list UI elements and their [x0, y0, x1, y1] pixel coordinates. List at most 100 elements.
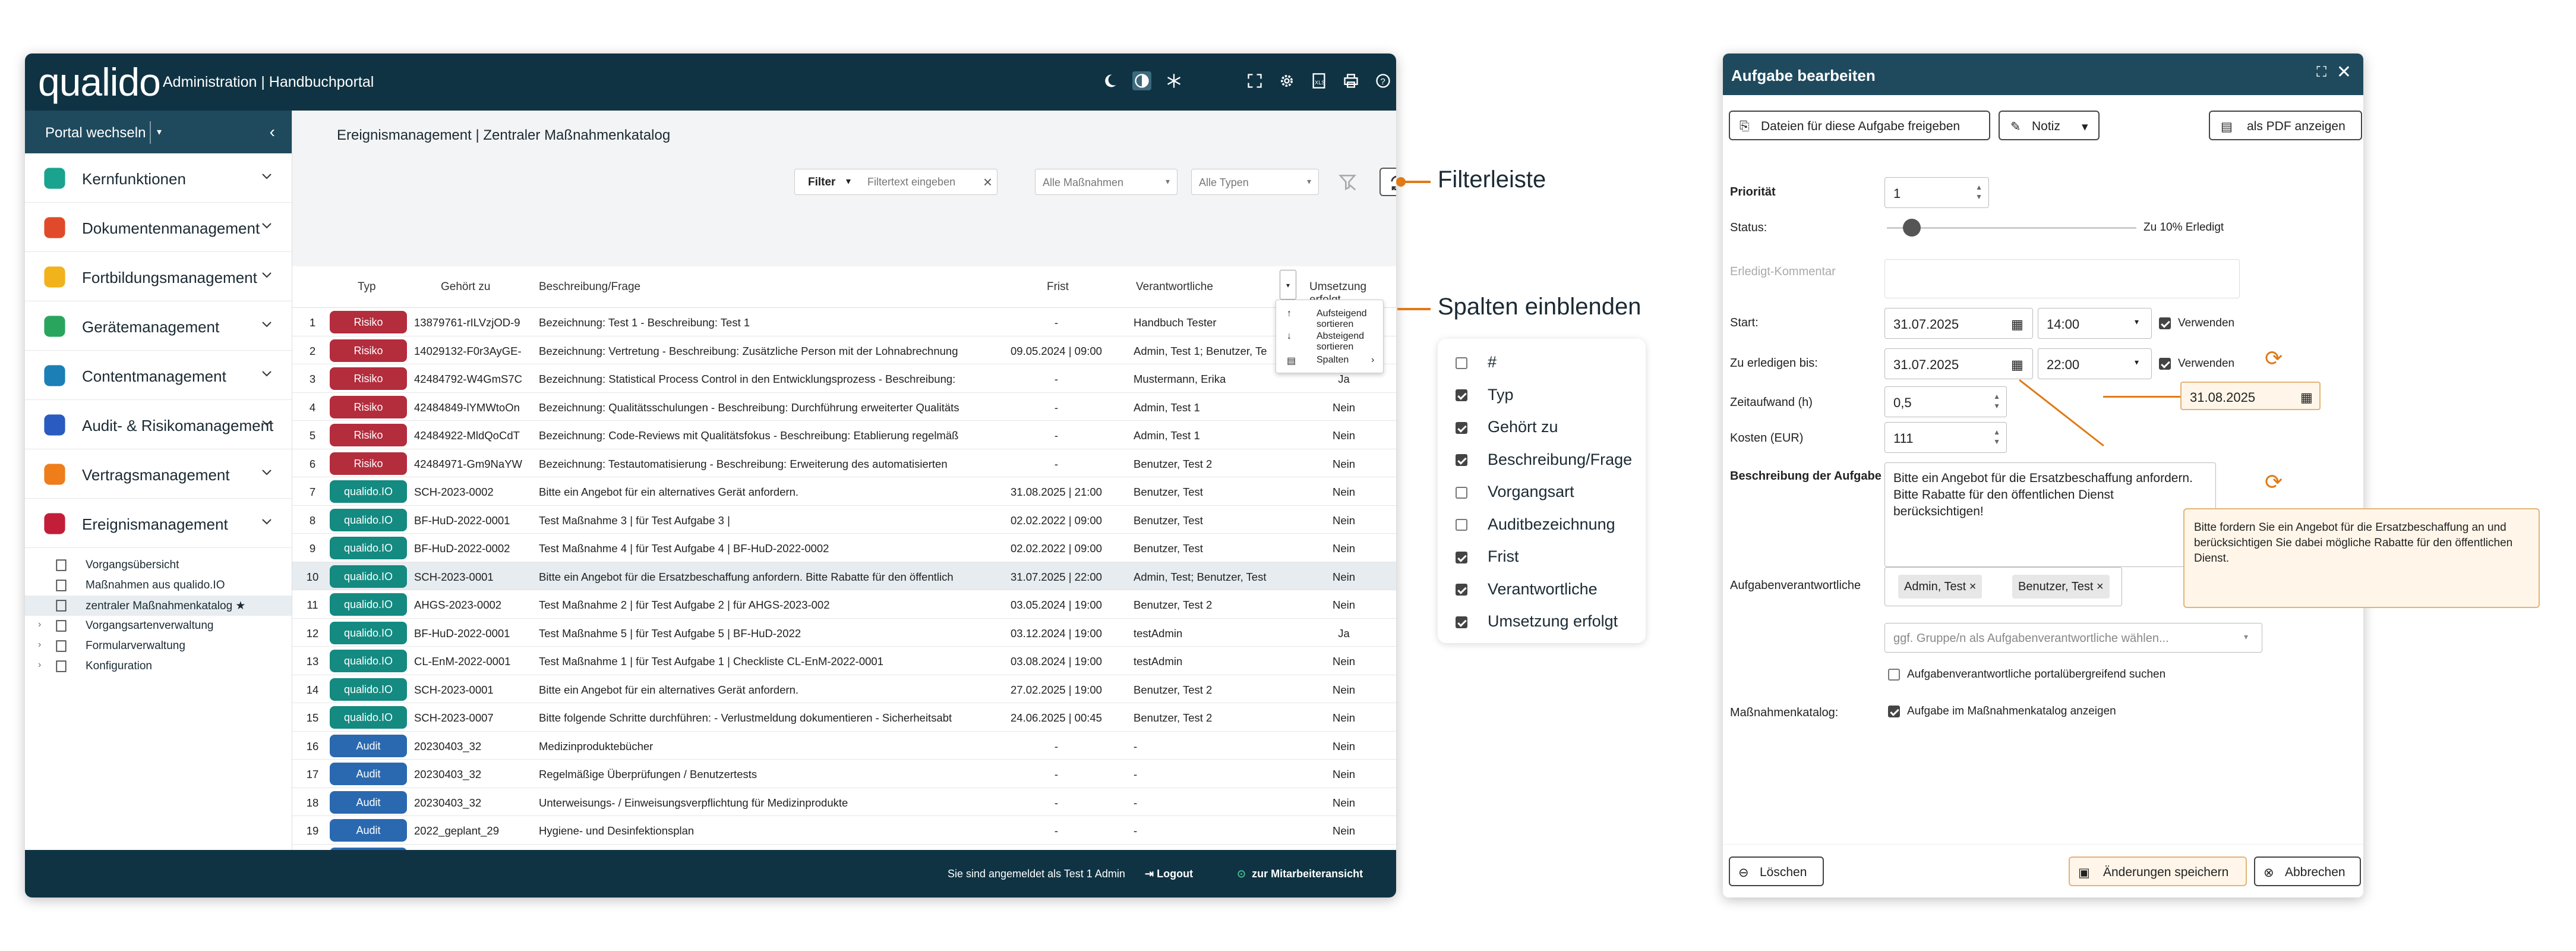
sidebar-module[interactable]: Vertragsmanagement [25, 449, 292, 499]
table-row[interactable]: 17 Audit 20230403_32 Regelmäßige Überprüfun… [292, 760, 1396, 788]
checkbox[interactable] [1456, 519, 1467, 531]
table-row[interactable]: 9 qualido.IO BF-HuD-2022-0002 Test Maßnahme… [292, 534, 1396, 562]
share-files-button[interactable]: ⎘ Dateien für diese Aufgabe freigeben [1729, 111, 1990, 140]
sidebar-module[interactable]: Kernfunktionen [25, 153, 292, 203]
note-button[interactable]: ✎ Notiz ▾ [1999, 111, 2100, 140]
done-comment-field[interactable] [1884, 259, 2240, 298]
sidebar-subitem[interactable]: Vorgangsübersicht [25, 555, 292, 575]
cancel-button[interactable]: ⊗ Abbrechen [2254, 856, 2361, 886]
start-time-field[interactable]: 14:00 ▾ [2038, 308, 2152, 339]
responsible-field[interactable]: Admin, Test × Benutzer, Test × [1884, 567, 2122, 606]
checkbox[interactable] [1456, 421, 1467, 434]
table-row[interactable]: 12 qualido.IO BF-HuD-2022-0001 Test Maßnahm… [292, 618, 1396, 647]
checkbox[interactable] [1888, 705, 1900, 717]
chevron-right-icon[interactable]: › [38, 619, 41, 630]
remove-icon[interactable]: × [2097, 580, 2104, 593]
sync-icon[interactable]: ⟳ [2265, 346, 2283, 371]
print-icon[interactable] [1341, 71, 1360, 90]
calendar-icon[interactable]: ▦ [2300, 390, 2313, 405]
due-date-new-field[interactable]: 31.08.2025 ▦ [2180, 382, 2321, 410]
checkbox[interactable] [1888, 668, 1900, 681]
xlsx-icon[interactable]: XLS [1309, 71, 1328, 90]
logout-link[interactable]: ⇥ Logout [1145, 868, 1193, 880]
priority-field[interactable]: 1 ▲ ▼ [1884, 177, 1989, 208]
chevron-down-icon[interactable]: ▾ [157, 126, 162, 138]
column-toggle[interactable]: Gehört zu [1456, 418, 1558, 438]
sidebar-module[interactable]: Audit- & Risikomanagement [25, 400, 292, 449]
column-toggle[interactable]: Frist [1456, 547, 1519, 568]
cross-portal-checkbox[interactable]: Aufgabenverantwortliche portalübergreife… [1888, 668, 2165, 681]
refresh-button[interactable] [1379, 168, 1396, 196]
due-date-field[interactable]: 31.07.2025 ▦ [1884, 348, 2033, 379]
chevron-down-icon[interactable]: ▾ [846, 175, 851, 187]
checkbox[interactable] [1456, 584, 1467, 596]
column-toggle[interactable]: Auditbezeichnung [1456, 515, 1615, 536]
contrast-icon[interactable] [1132, 71, 1151, 90]
maximize-icon[interactable]: ⛶ [2316, 64, 2326, 81]
checkbox[interactable] [1456, 486, 1467, 499]
table-row[interactable]: 16 Audit 20230403_32 Medizinproduktebücher -… [292, 731, 1396, 760]
start-use-checkbox[interactable]: Verwenden [2159, 317, 2234, 330]
checkbox[interactable] [1456, 389, 1467, 402]
catalog-checkbox[interactable]: Aufgabe im Maßnahmenkatalog anzeigen [1888, 705, 2116, 718]
effort-field[interactable]: 0,5 ▲ ▼ [1884, 386, 2007, 417]
chevron-right-icon[interactable]: › [38, 660, 41, 670]
snowflake-icon[interactable] [1164, 71, 1183, 90]
description-field[interactable]: Bitte ein Angebot für die Ersatzbeschaff… [1884, 462, 2216, 567]
table-row[interactable]: 8 qualido.IO BF-HuD-2022-0001 Test Maßnahme… [292, 505, 1396, 534]
checkbox[interactable] [2159, 317, 2171, 329]
collapse-icon[interactable]: ‹ [270, 122, 275, 141]
sidebar-subitem[interactable]: › Konfiguration [25, 656, 292, 676]
checkbox[interactable] [1456, 357, 1467, 369]
sort-descending-item[interactable]: Absteigend sortieren [1317, 331, 1383, 352]
columns-item[interactable]: Spalten [1317, 355, 1349, 366]
sidebar-subitem[interactable]: zentraler Maßnahmenkatalog ★ [25, 596, 292, 616]
types-select[interactable]: Alle Typen ▾ [1191, 169, 1319, 195]
table-row[interactable]: 4 Risiko 42484849-lYMWtoOn Bezeichnung: Qua… [292, 392, 1396, 421]
table-row[interactable]: 15 qualido.IO SCH-2023-0007 Bitte folgende … [292, 703, 1396, 732]
sidebar-subitem[interactable]: › Formularverwaltung [25, 636, 292, 656]
column-toggle[interactable]: # [1456, 353, 1497, 373]
column-toggle[interactable]: Umsetzung erfolgt [1456, 612, 1618, 632]
col-type[interactable]: Typ [358, 281, 376, 294]
chevron-right-icon[interactable]: › [38, 640, 41, 650]
sidebar-subitem[interactable]: Maßnahmen aus qualido.IO [25, 575, 292, 596]
col-belongs[interactable]: Gehört zu [441, 281, 490, 294]
due-time-field[interactable]: 22:00 ▾ [2038, 348, 2152, 379]
cost-field[interactable]: 111 ▲ ▼ [1884, 422, 2007, 453]
sidebar-module[interactable]: Ereignismanagement [25, 499, 292, 548]
column-toggle[interactable]: Vorgangsart [1456, 483, 1574, 503]
column-toggle[interactable]: Verantwortliche [1456, 580, 1598, 600]
table-row[interactable]: 5 Risiko 42484922-MldQoCdT Bezeichnung: Cod… [292, 421, 1396, 449]
moon-icon[interactable] [1100, 71, 1119, 90]
sync-icon[interactable]: ⟳ [2265, 470, 2283, 495]
close-icon[interactable]: ✕ [2337, 62, 2351, 83]
column-toggle[interactable]: Beschreibung/Frage [1456, 451, 1632, 471]
due-use-checkbox[interactable]: Verwenden [2159, 357, 2234, 370]
column-toggle[interactable]: Typ [1456, 386, 1514, 406]
measures-select[interactable]: Alle Maßnahmen ▾ [1035, 169, 1177, 195]
employee-view-link[interactable]: ⊙ zur Mitarbeiteransicht [1237, 868, 1363, 880]
filter-bar[interactable]: Filter ▾ Filtertext eingeben × [794, 169, 997, 195]
remove-icon[interactable]: × [1969, 580, 1977, 593]
table-row[interactable]: 11 qualido.IO AHGS-2023-0002 Test Maßnahme … [292, 590, 1396, 619]
table-row[interactable]: 14 qualido.IO SCH-2023-0001 Bitte ein Angeb… [292, 675, 1396, 703]
clear-icon[interactable]: × [983, 173, 992, 191]
checkbox[interactable] [1456, 616, 1467, 628]
column-menu-button[interactable]: ▾ [1280, 270, 1296, 300]
help-icon[interactable]: ? [1374, 71, 1393, 90]
col-responsible[interactable]: Verantwortliche [1136, 281, 1213, 294]
table-row[interactable]: 6 Risiko 42484971-Gm9NaYW Bezeichnung: Test… [292, 449, 1396, 477]
table-row[interactable]: 18 Audit 20230403_32 Unterweisungs- / Einwe… [292, 788, 1396, 816]
sidebar-subitem[interactable]: › Vorgangsartenverwaltung [25, 616, 292, 636]
sidebar-module[interactable]: Gerätemanagement [25, 301, 292, 351]
table-row[interactable]: 10 qualido.IO SCH-2023-0001 Bitte ein Angeb… [292, 562, 1396, 590]
sort-ascending-item[interactable]: Aufsteigend sortieren [1317, 308, 1383, 330]
table-row[interactable]: 1 Risiko 13879761-rILVzjOD-9 Bezeichnung: T… [292, 308, 1396, 336]
col-due[interactable]: Frist [1047, 281, 1069, 294]
status-slider[interactable] [1887, 227, 2136, 229]
table-row[interactable]: 2 Risiko 14029132-F0r3AyGE- Bezeichnung: Ve… [292, 336, 1396, 364]
gear-icon[interactable] [1277, 71, 1296, 90]
table-row[interactable]: 3 Risiko 42484792-W4GmS7C Bezeichnung: Stat… [292, 364, 1396, 393]
sidebar-module[interactable]: Fortbildungsmanagement [25, 252, 292, 301]
